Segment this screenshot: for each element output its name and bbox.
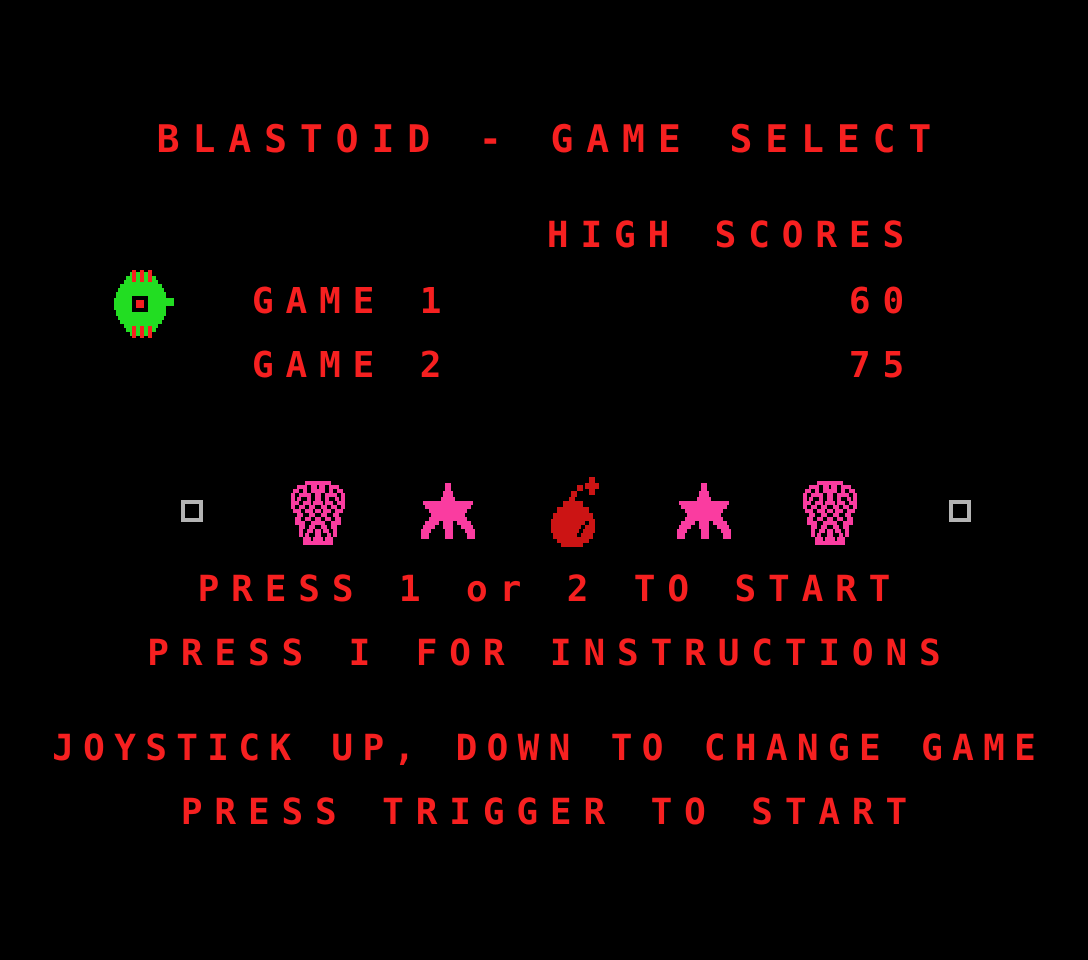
- trigger-hint: PRESS TRIGGER TO START: [180, 792, 920, 833]
- joystick-hint: JOYSTICK UP, DOWN TO CHANGE GAME: [52, 728, 1046, 769]
- game-screen: BLASTOID - GAME SELECT HIGH SCORES GAME …: [0, 0, 1088, 960]
- square-outline-icon: [949, 500, 971, 522]
- mask-skull-icon: [799, 481, 861, 547]
- bomb-icon: [543, 473, 605, 549]
- high-scores-heading: HIGH SCORES: [546, 215, 916, 256]
- page-title: BLASTOID - GAME SELECT: [156, 117, 945, 161]
- table-row[interactable]: GAME 2 75: [0, 348, 1088, 390]
- star-icon: [673, 483, 735, 543]
- square-outline-icon: [181, 500, 203, 522]
- table-row[interactable]: GAME 1 60: [0, 284, 1088, 326]
- press-instructions-prompt[interactable]: PRESS I FOR INSTRUCTIONS: [0, 636, 1088, 672]
- game-2-label: GAME 2: [252, 345, 454, 386]
- game-1-score: 60: [848, 281, 916, 322]
- game-1-label: GAME 1: [252, 281, 454, 322]
- mask-skull-icon: [287, 481, 349, 547]
- press-start-prompt[interactable]: PRESS 1 or 2 TO START: [0, 572, 1088, 608]
- game-2-score: 75: [848, 345, 916, 386]
- star-icon: [417, 483, 479, 543]
